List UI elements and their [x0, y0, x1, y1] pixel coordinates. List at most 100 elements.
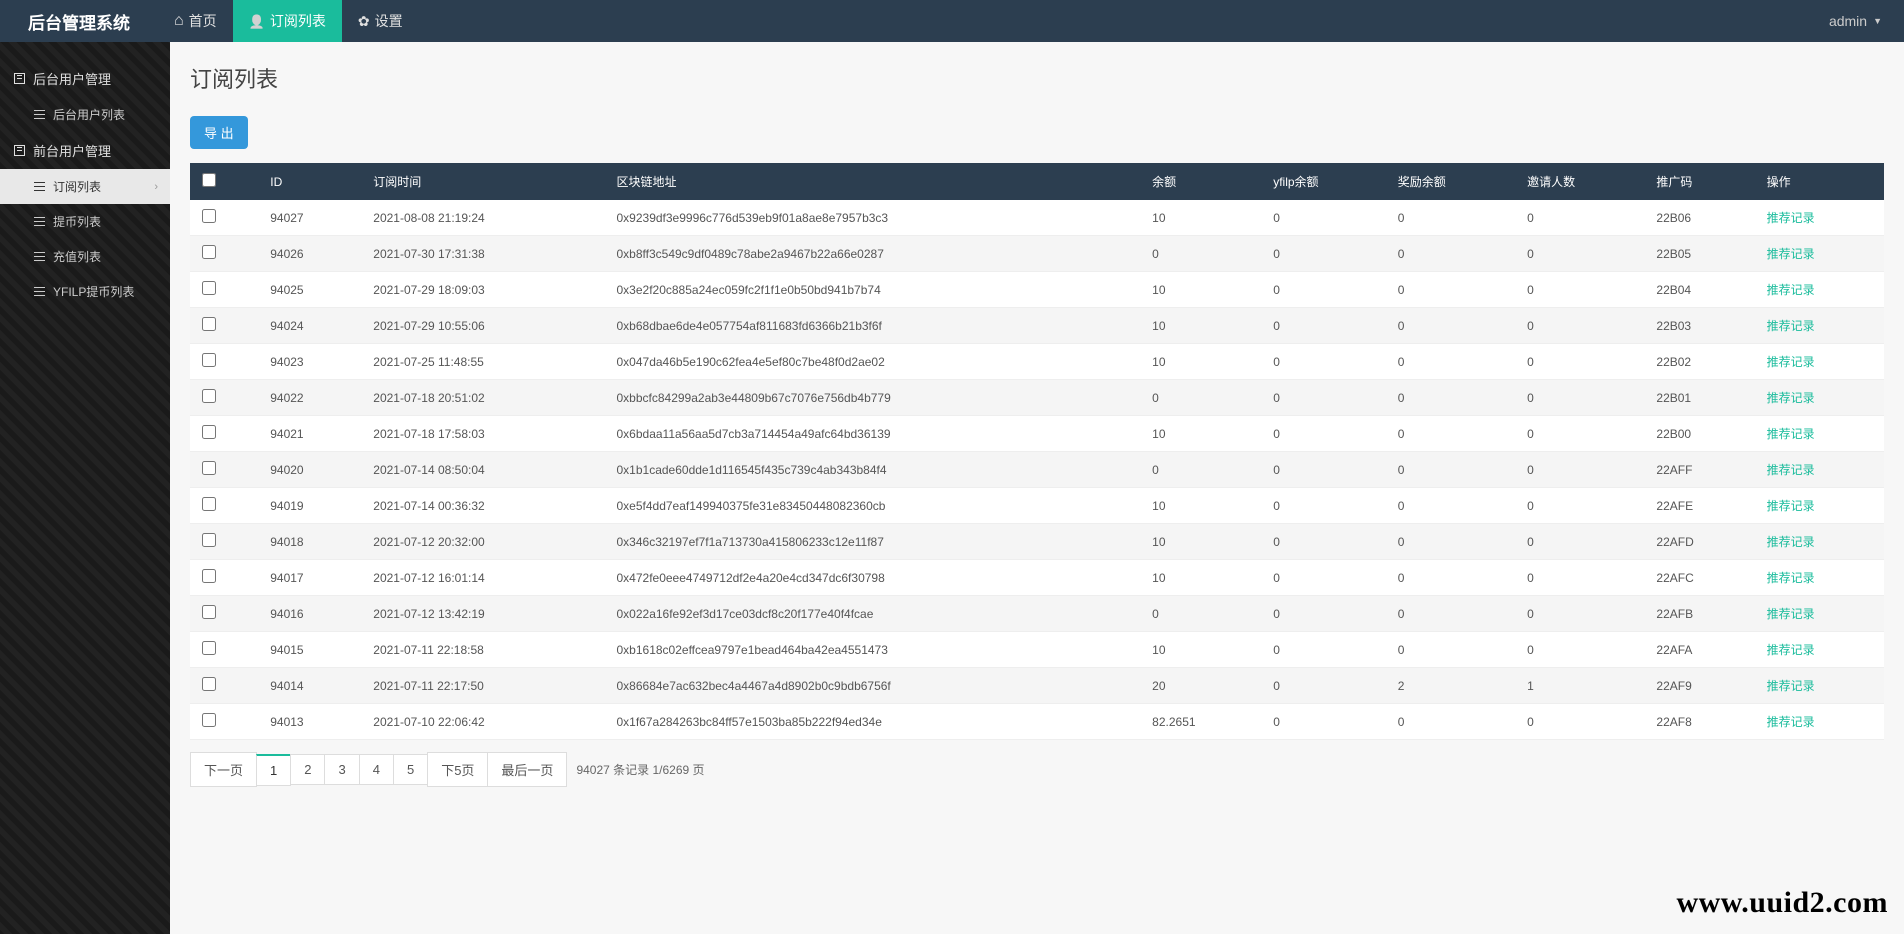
cell-balance: 10 [1140, 488, 1261, 524]
select-all-checkbox[interactable] [202, 173, 216, 187]
cell-promo: 22AF8 [1644, 704, 1754, 740]
row-checkbox[interactable] [202, 425, 216, 439]
cell-address: 0x9239df3e9996c776d539eb9f01a8ae8e7957b3… [605, 200, 1141, 236]
nav-settings[interactable]: 设置 [342, 0, 419, 42]
cell-invites: 0 [1515, 452, 1644, 488]
cell-reward: 0 [1386, 380, 1515, 416]
row-checkbox[interactable] [202, 641, 216, 655]
cell-invites: 0 [1515, 344, 1644, 380]
nav-subscribe[interactable]: 订阅列表 [233, 0, 342, 42]
cell-address: 0x1f67a284263bc84ff57e1503ba85b222f94ed3… [605, 704, 1141, 740]
cell-id: 94022 [258, 380, 361, 416]
cell-action: 推荐记录 [1755, 200, 1884, 236]
sidebar-item-subscribe[interactable]: 订阅列表 › [0, 169, 170, 204]
recommend-record-link[interactable]: 推荐记录 [1767, 607, 1815, 621]
cell-time: 2021-07-25 11:48:55 [361, 344, 604, 380]
cell-balance: 10 [1140, 632, 1261, 668]
nav-home[interactable]: 首页 [158, 0, 233, 42]
recommend-record-link[interactable]: 推荐记录 [1767, 679, 1815, 693]
nav-settings-label: 设置 [375, 11, 403, 31]
cell-action: 推荐记录 [1755, 488, 1884, 524]
group-label: 前台用户管理 [33, 141, 111, 160]
row-checkbox[interactable] [202, 245, 216, 259]
sidebar-group-frontend[interactable]: 前台用户管理 [0, 132, 170, 169]
recommend-record-link[interactable]: 推荐记录 [1767, 499, 1815, 513]
side-label: 提币列表 [53, 213, 101, 230]
recommend-record-link[interactable]: 推荐记录 [1767, 571, 1815, 585]
cell-yfilp: 0 [1261, 632, 1386, 668]
sidebar-item-backend-users[interactable]: 后台用户列表 [0, 97, 170, 132]
cell-checkbox [190, 668, 258, 704]
page-1-button[interactable]: 1 [256, 754, 291, 786]
cell-promo: 22B03 [1644, 308, 1754, 344]
page-last-button[interactable]: 最后一页 [487, 752, 567, 787]
export-button[interactable]: 导 出 [190, 116, 248, 149]
row-checkbox[interactable] [202, 281, 216, 295]
row-checkbox[interactable] [202, 713, 216, 727]
page-2-button[interactable]: 2 [290, 754, 325, 785]
row-checkbox[interactable] [202, 353, 216, 367]
page-title: 订阅列表 [190, 62, 1884, 94]
cell-address: 0x472fe0eee4749712df2e4a20e4cd347dc6f307… [605, 560, 1141, 596]
cell-reward: 0 [1386, 344, 1515, 380]
cell-action: 推荐记录 [1755, 416, 1884, 452]
watermark: www.uuid2.com [1676, 886, 1888, 920]
sidebar-group-backend[interactable]: 后台用户管理 [0, 60, 170, 97]
cell-id: 94017 [258, 560, 361, 596]
cell-id: 94027 [258, 200, 361, 236]
sidebar-item-yfilp[interactable]: YFILP提币列表 [0, 274, 170, 309]
table-row: 940202021-07-14 08:50:040x1b1cade60dde1d… [190, 452, 1884, 488]
user-menu[interactable]: admin ▼ [1807, 13, 1904, 29]
table-row: 940192021-07-14 00:36:320xe5f4dd7eaf1499… [190, 488, 1884, 524]
cell-balance: 82.2651 [1140, 704, 1261, 740]
recommend-record-link[interactable]: 推荐记录 [1767, 319, 1815, 333]
cell-yfilp: 0 [1261, 452, 1386, 488]
cell-invites: 0 [1515, 632, 1644, 668]
th-reward: 奖励余额 [1386, 163, 1515, 200]
nav-home-label: 首页 [189, 11, 217, 31]
recommend-record-link[interactable]: 推荐记录 [1767, 643, 1815, 657]
cell-time: 2021-07-11 22:18:58 [361, 632, 604, 668]
page-5-button[interactable]: 5 [393, 754, 428, 785]
row-checkbox[interactable] [202, 461, 216, 475]
page-4-button[interactable]: 4 [359, 754, 394, 785]
recommend-record-link[interactable]: 推荐记录 [1767, 355, 1815, 369]
row-checkbox[interactable] [202, 533, 216, 547]
page-3-button[interactable]: 3 [324, 754, 359, 785]
recommend-record-link[interactable]: 推荐记录 [1767, 211, 1815, 225]
cell-address: 0xb68dbae6de4e057754af811683fd6366b21b3f… [605, 308, 1141, 344]
page-next5-button[interactable]: 下5页 [427, 752, 488, 787]
row-checkbox[interactable] [202, 209, 216, 223]
cell-yfilp: 0 [1261, 416, 1386, 452]
th-id: ID [258, 163, 361, 200]
cell-address: 0x6bdaa11a56aa5d7cb3a714454a49afc64bd361… [605, 416, 1141, 452]
recommend-record-link[interactable]: 推荐记录 [1767, 715, 1815, 729]
cell-address: 0x047da46b5e190c62fea4e5ef80c7be48f0d2ae… [605, 344, 1141, 380]
cell-invites: 0 [1515, 560, 1644, 596]
row-checkbox[interactable] [202, 317, 216, 331]
row-checkbox[interactable] [202, 569, 216, 583]
cell-promo: 22B02 [1644, 344, 1754, 380]
cell-address: 0x86684e7ac632bec4a4467a4d8902b0c9bdb675… [605, 668, 1141, 704]
th-action: 操作 [1755, 163, 1884, 200]
cell-checkbox [190, 524, 258, 560]
recommend-record-link[interactable]: 推荐记录 [1767, 283, 1815, 297]
page-prev-button[interactable]: 下一页 [190, 752, 257, 787]
recommend-record-link[interactable]: 推荐记录 [1767, 427, 1815, 441]
list-icon [34, 110, 45, 119]
th-balance: 余额 [1140, 163, 1261, 200]
row-checkbox[interactable] [202, 605, 216, 619]
cell-invites: 1 [1515, 668, 1644, 704]
cell-id: 94023 [258, 344, 361, 380]
recommend-record-link[interactable]: 推荐记录 [1767, 391, 1815, 405]
recommend-record-link[interactable]: 推荐记录 [1767, 535, 1815, 549]
sidebar-item-withdraw[interactable]: 提币列表 [0, 204, 170, 239]
sidebar-item-deposit[interactable]: 充值列表 [0, 239, 170, 274]
row-checkbox[interactable] [202, 389, 216, 403]
cell-promo: 22AFA [1644, 632, 1754, 668]
row-checkbox[interactable] [202, 497, 216, 511]
row-checkbox[interactable] [202, 677, 216, 691]
cell-yfilp: 0 [1261, 380, 1386, 416]
recommend-record-link[interactable]: 推荐记录 [1767, 247, 1815, 261]
recommend-record-link[interactable]: 推荐记录 [1767, 463, 1815, 477]
